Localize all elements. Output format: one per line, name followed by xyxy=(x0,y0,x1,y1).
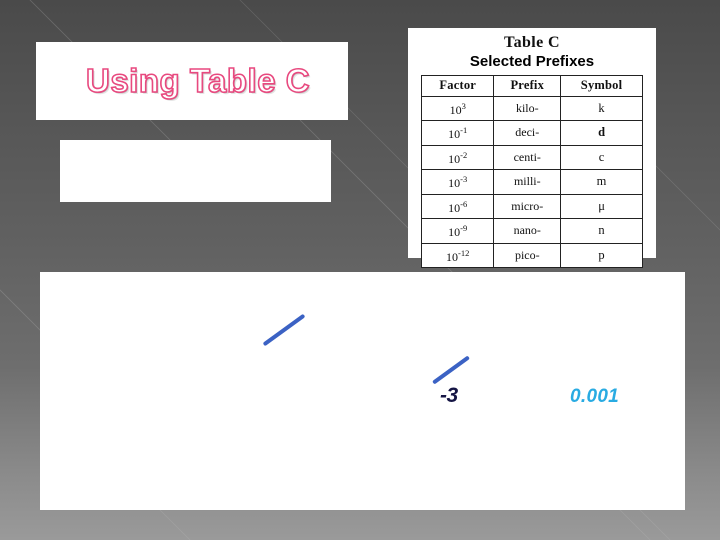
cell-prefix: kilo- xyxy=(493,95,562,121)
table-row: 10-12 pico-p xyxy=(420,242,643,268)
subtitle-panel xyxy=(60,140,331,202)
table-c-image: Table C Selected Prefixes Factor Prefix … xyxy=(408,28,656,268)
page-title: Using Table C xyxy=(85,61,311,100)
cell-factor: 10-12 xyxy=(420,242,495,268)
table-title: Table C xyxy=(503,34,560,51)
cell-symbol: c xyxy=(560,144,643,170)
table-subtitle: Selected Prefixes xyxy=(469,53,595,70)
cell-prefix: micro- xyxy=(493,193,562,219)
cell-factor: 10-3 xyxy=(420,169,495,195)
cell-prefix: milli- xyxy=(493,169,562,195)
table-header-row: Factor Prefix Symbol xyxy=(420,75,643,97)
table-row: 10-3 milli-m xyxy=(420,169,643,195)
cell-symbol: p xyxy=(560,242,643,268)
cell-symbol: μ xyxy=(560,193,643,219)
annotation-exponent-label: -3 xyxy=(440,384,458,407)
cell-prefix: nano- xyxy=(493,218,562,244)
cell-prefix: pico- xyxy=(493,242,562,268)
cell-factor: 10-9 xyxy=(420,218,495,244)
column-header-prefix: Prefix xyxy=(493,75,562,97)
annotation-value-label: 0.001 xyxy=(570,386,620,407)
cell-symbol: m xyxy=(560,169,643,195)
table-row: 10-9 nano-n xyxy=(420,218,643,244)
selected-prefixes-table: Factor Prefix Symbol 103 kilo-k 10-1 deci-d… xyxy=(420,75,643,268)
cell-symbol: d xyxy=(560,120,643,146)
table-row: 10-1 deci-d xyxy=(420,120,643,146)
presentation-slide: Using Table C Table C Selected Prefixes … xyxy=(0,0,720,540)
cell-symbol: n xyxy=(560,218,643,244)
column-header-symbol: Symbol xyxy=(560,75,643,97)
cell-prefix: centi- xyxy=(493,144,562,170)
cell-prefix: deci- xyxy=(493,120,562,146)
table-row: 103 kilo-k xyxy=(420,95,643,121)
cell-factor: 10-1 xyxy=(420,120,495,146)
column-header-factor: Factor xyxy=(420,75,495,97)
cell-factor: 10-2 xyxy=(420,144,495,170)
table-row: 10-2 centi-c xyxy=(420,144,643,170)
cell-factor: 103 xyxy=(420,95,495,121)
table-row: 10-6 micro-μ xyxy=(420,193,643,219)
cell-symbol: k xyxy=(560,95,643,121)
cell-factor: 10-6 xyxy=(420,193,495,219)
